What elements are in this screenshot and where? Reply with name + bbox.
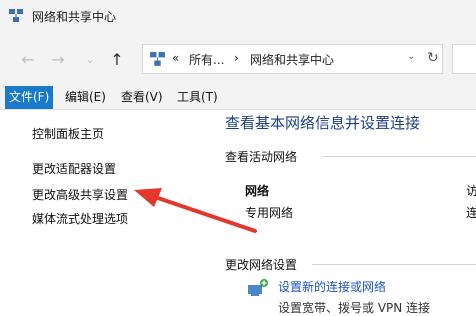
connections-label: 连 — [466, 206, 476, 220]
network-name: 网络 — [245, 184, 270, 198]
address-overflow[interactable]: « — [172, 51, 179, 65]
menu-view[interactable]: 查看(V) — [117, 86, 167, 109]
up-arrow-icon[interactable]: ↑ — [106, 48, 128, 70]
page-title: 查看基本网络信息并设置连接 — [225, 114, 421, 132]
new-connection-icon — [248, 279, 268, 296]
setup-new-connection-description: 设置宽带、拨号或 VPN 连接 — [278, 301, 431, 315]
menu-file[interactable]: 文件(F) — [5, 86, 54, 109]
access-type-label: 访 — [466, 184, 476, 198]
forward-arrow-icon[interactable]: → — [47, 48, 69, 70]
menu-bar: 文件(F) 编辑(E) 查看(V) 工具(T) — [0, 86, 476, 110]
address-segment-all[interactable]: 所有... — [189, 51, 224, 68]
menu-tools[interactable]: 工具(T) — [173, 86, 222, 109]
search-box[interactable] — [452, 44, 476, 74]
chevron-down-icon[interactable]: ⌄ — [79, 48, 101, 70]
section-divider — [323, 156, 476, 157]
window-title: 网络和共享中心 — [32, 10, 117, 24]
network-center-icon — [9, 9, 23, 22]
sidebar-item-media-streaming-options[interactable]: 媒体流式处理选项 — [32, 210, 128, 227]
back-arrow-icon[interactable]: ← — [17, 48, 39, 70]
menu-edit[interactable]: 编辑(E) — [61, 86, 110, 109]
address-dropdown-icon[interactable]: ⌄ — [407, 51, 415, 62]
sidebar-item-advanced-sharing-settings[interactable]: 更改高级共享设置 — [32, 186, 128, 203]
setup-new-connection-link[interactable]: 设置新的连接或网络 — [278, 278, 386, 295]
title-bar: 网络和共享中心 — [0, 0, 476, 32]
network-type: 专用网络 — [245, 206, 294, 220]
change-network-settings-label: 更改网络设置 — [225, 258, 298, 272]
sidebar-item-control-panel-home[interactable]: 控制面板主页 — [32, 125, 104, 142]
active-networks-label: 查看活动网络 — [225, 150, 298, 164]
address-segment-current[interactable]: 网络和共享中心 — [250, 51, 334, 68]
sidebar-item-change-adapter-settings[interactable]: 更改适配器设置 — [32, 160, 116, 177]
address-bar[interactable]: « 所有... › 网络和共享中心 ⌄ — [142, 44, 443, 74]
section-divider — [312, 264, 476, 265]
address-separator[interactable]: › — [234, 51, 239, 65]
refresh-icon[interactable]: ↻ — [427, 50, 439, 66]
network-center-icon — [150, 52, 165, 66]
